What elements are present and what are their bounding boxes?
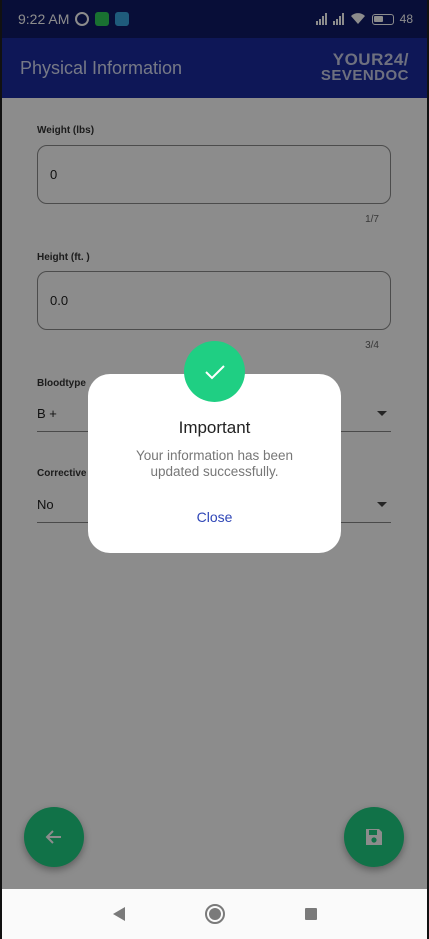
checkmark-icon (204, 364, 225, 379)
app-screen: 9:22 AM 48 Physical Information YOUR24/ … (2, 0, 427, 939)
nav-recent-apps-icon[interactable] (304, 908, 317, 920)
success-badge (184, 341, 245, 402)
nav-home-icon[interactable] (204, 904, 225, 924)
dialog-message: Your information has been updated succes… (135, 448, 294, 479)
system-nav-bar (2, 889, 427, 939)
close-button[interactable]: Close (88, 509, 341, 525)
nav-back-icon[interactable] (112, 907, 125, 921)
dialog-title: Important (178, 418, 251, 437)
